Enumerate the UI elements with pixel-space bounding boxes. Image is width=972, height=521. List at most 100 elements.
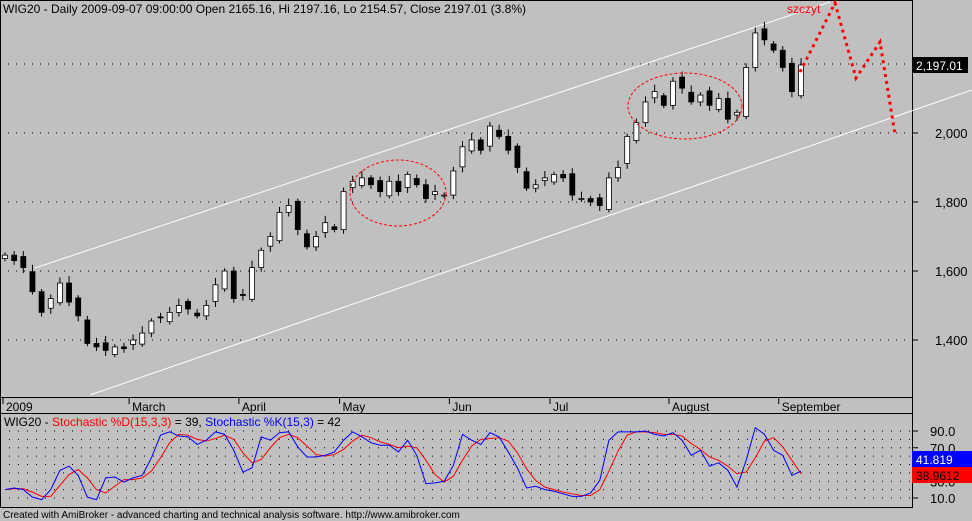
lower-trend-channel-line[interactable] — [89, 89, 972, 396]
date-tick-label: May — [343, 400, 366, 414]
candle-body — [459, 146, 466, 168]
candle-body — [779, 49, 786, 68]
candle-body — [11, 254, 18, 262]
candle-body — [267, 236, 274, 247]
chart-header-info: WIG20 - Daily 2009-09-07 09:00:00 Open 2… — [3, 2, 526, 16]
candle-body — [724, 98, 731, 120]
candle-body — [230, 270, 237, 300]
candle-body — [349, 180, 356, 188]
candle-body — [166, 311, 173, 323]
candle-body — [358, 177, 365, 186]
stoch-title: WIG20 - Stochastic %D(15,3,3) = 39, Stoc… — [4, 415, 341, 429]
candle-body — [770, 43, 777, 51]
candle-body — [249, 267, 255, 300]
date-tick-label: August — [672, 400, 710, 414]
candle-body — [422, 184, 429, 199]
candle-body — [624, 136, 631, 164]
date-tick-label: April — [242, 400, 266, 414]
last-price-value: 2,197.01 — [916, 59, 963, 73]
candle-body — [377, 180, 384, 193]
candle-body — [670, 80, 676, 106]
candle-body — [395, 180, 402, 193]
candle-body — [93, 343, 100, 348]
candle-body — [551, 173, 557, 183]
candle-body — [706, 90, 713, 106]
candle-body — [322, 222, 329, 233]
forecast-dotted-path[interactable] — [798, 0, 897, 135]
candle-body — [294, 200, 301, 230]
candle-body — [514, 145, 521, 168]
chart-canvas: szczyt WIG20 - Daily 2009-09-07 09:00:00… — [0, 0, 972, 521]
candle-body — [47, 298, 54, 309]
candle-body — [66, 282, 72, 303]
price-tick-label: 1,400 — [935, 333, 968, 348]
candle-body — [130, 339, 137, 345]
footer-credits[interactable]: Created with AmiBroker - advanced charti… — [3, 510, 460, 521]
candle-body — [697, 94, 704, 103]
candle-body — [587, 198, 594, 203]
candle-body — [752, 32, 759, 68]
stoch-tick-label: 10.0 — [930, 491, 955, 506]
candle-body — [386, 180, 393, 197]
candle-body — [569, 173, 576, 196]
candle-body — [139, 332, 146, 345]
candle-body — [194, 312, 201, 317]
price-panel-frame — [0, 0, 913, 398]
candle-body — [404, 173, 411, 188]
price-tick-label: 2,000 — [935, 126, 968, 141]
stoch-k-label: Stochastic %K(15,3) — [205, 415, 314, 429]
candle-body — [505, 136, 512, 151]
candle-body — [413, 178, 420, 186]
candle-body — [734, 111, 740, 116]
candle-body — [276, 211, 283, 242]
candle-body — [596, 197, 603, 206]
candle-body — [340, 191, 347, 230]
candle-body — [221, 270, 228, 290]
date-tick-label: March — [132, 400, 165, 414]
candle-body — [175, 305, 182, 313]
date-tick-label: Jul — [553, 400, 568, 414]
candle-body — [789, 62, 795, 93]
candle-body — [121, 346, 127, 350]
price-tick-label: 1,800 — [935, 195, 968, 210]
candle-body — [688, 91, 695, 103]
date-tick-label: 2009 — [6, 400, 33, 414]
stoch-d-line — [4, 431, 802, 497]
candle-body — [487, 125, 493, 147]
date-tick-label: Jun — [452, 400, 471, 414]
candle-body — [468, 139, 475, 152]
candle-body — [38, 291, 45, 313]
stoch-k-badge-value: 41.819 — [916, 453, 953, 467]
candle-body — [304, 233, 310, 248]
candle-body — [606, 177, 612, 210]
candle-body — [651, 91, 658, 99]
candle-body — [523, 171, 530, 189]
candle-body — [368, 177, 374, 186]
candle-body — [660, 95, 667, 106]
candle-body — [615, 167, 621, 179]
candle-body — [313, 236, 320, 248]
candle-body — [102, 342, 109, 351]
stoch-k-line — [4, 426, 802, 501]
candle-body — [2, 254, 8, 259]
stoch-points — [4, 427, 802, 500]
peak-annotation: szczyt — [787, 2, 821, 16]
date-tick-label: September — [782, 400, 841, 414]
candle-body — [111, 346, 118, 355]
candle-body — [496, 129, 503, 137]
stoch-d-label: Stochastic %D(15,3,3) — [52, 415, 171, 429]
candle-body — [578, 198, 585, 200]
candle-body — [212, 284, 219, 302]
candle-body — [450, 170, 457, 196]
candle-body — [560, 173, 567, 179]
candle-body — [185, 300, 191, 310]
candle-body — [84, 319, 91, 344]
stoch-d-badge-value: 38.9612 — [916, 469, 960, 483]
candle-body — [239, 294, 246, 296]
candle-body — [331, 226, 338, 230]
date-axis: 2009 March April May Jun Jul August September — [2, 398, 841, 414]
candle-body — [761, 28, 768, 41]
candle-body — [432, 191, 438, 195]
candle-body — [642, 101, 649, 124]
candle-body — [57, 282, 63, 304]
